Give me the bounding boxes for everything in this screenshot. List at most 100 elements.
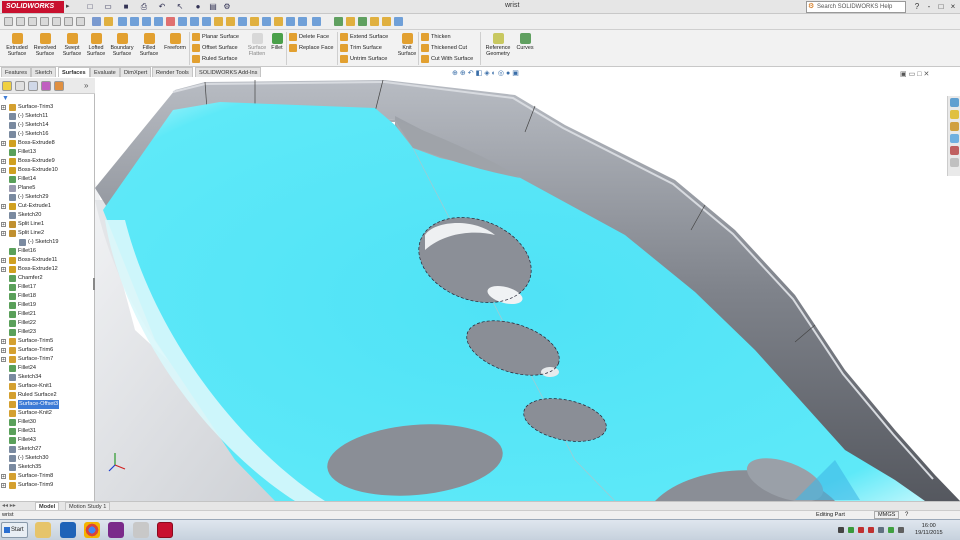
toolbar-repair-icon[interactable] (226, 17, 235, 26)
toolbar-new-icon[interactable] (4, 17, 13, 26)
dimxpert-manager-tab-icon[interactable] (41, 81, 51, 91)
toolbar-view-icon[interactable] (16, 17, 25, 26)
tree-item[interactable]: Fillet17 (0, 283, 95, 292)
planar-surface-button[interactable]: Planar Surface (192, 32, 239, 42)
tab-evaluate[interactable]: Evaluate (90, 67, 120, 77)
view-orientation-icon[interactable]: ◈ (484, 70, 491, 77)
toolbar-hide-icon[interactable] (52, 17, 61, 26)
thicken-button[interactable]: Thicken (421, 32, 451, 42)
tray-sync-icon[interactable] (888, 527, 894, 533)
tree-item[interactable]: Surface-Offset3 (0, 400, 95, 409)
tree-item[interactable]: Fillet43 (0, 436, 95, 445)
outlook-taskbar-icon[interactable] (60, 522, 76, 538)
tree-item[interactable]: (-) Sketch14 (0, 121, 95, 130)
tree-item[interactable]: + Surface-Trim9 (0, 481, 95, 490)
tree-item[interactable]: Sketch35 (0, 463, 95, 472)
undo-icon[interactable]: ↶ (157, 2, 167, 12)
revolved-surface-button[interactable]: Revolved Surface (31, 33, 59, 57)
file-explorer-taskbar-icon[interactable] (35, 522, 51, 538)
reference-geometry-button[interactable]: Reference Geometry (483, 33, 513, 57)
tree-item[interactable]: + Boss-Extrude11 (0, 256, 95, 265)
help-button[interactable]: ? (912, 1, 922, 13)
tree-item[interactable]: Fillet30 (0, 418, 95, 427)
tree-item[interactable]: Surface-Knit1 (0, 382, 95, 391)
expand-toggle-icon[interactable]: + (1, 348, 6, 354)
tray-flag-icon[interactable] (868, 527, 874, 533)
toolbar-relations-icon[interactable] (214, 17, 223, 26)
toolbar-appearance-icon[interactable] (382, 17, 391, 26)
ruled-surface-button[interactable]: Ruled Surface (192, 54, 237, 64)
previous-view-icon[interactable]: ↶ (468, 70, 476, 77)
tree-item[interactable]: Fillet23 (0, 328, 95, 337)
toolbar-rectangle-icon[interactable] (130, 17, 139, 26)
solidworks-logo[interactable]: SOLIDWORKS (2, 1, 64, 13)
expand-toggle-icon[interactable]: + (1, 483, 6, 489)
app-taskbar-icon[interactable] (108, 522, 124, 538)
chrome-taskbar-icon[interactable] (84, 522, 100, 538)
tray-volume-icon[interactable] (898, 527, 904, 533)
tab-surfaces[interactable]: Surfaces (58, 67, 90, 77)
tree-item[interactable]: + Surface-Trim5 (0, 337, 95, 346)
restore-button[interactable]: □ (936, 1, 946, 13)
print-icon[interactable]: ⎙ (139, 2, 149, 12)
tree-item[interactable]: Fillet31 (0, 427, 95, 436)
zoom-area-icon[interactable]: ⊕ (460, 70, 468, 77)
offset-surface-button[interactable]: Offset Surface (192, 43, 238, 53)
tree-item[interactable]: + Surface-Trim8 (0, 472, 95, 481)
toolbar-sketch-icon[interactable] (92, 17, 101, 26)
toolbar-mass-icon[interactable] (312, 17, 321, 26)
tree-item[interactable]: Plane5 (0, 184, 95, 193)
toolbar-sum-icon[interactable] (262, 17, 271, 26)
tree-item[interactable]: + Split Line2 (0, 229, 95, 238)
units-selector[interactable]: MMGS (874, 511, 900, 519)
toolbar-quick-snaps-icon[interactable] (250, 17, 259, 26)
toolbar-measure-icon[interactable] (274, 17, 283, 26)
solidworks-resources-icon[interactable] (950, 98, 959, 107)
extend-surface-button[interactable]: Extend Surface (340, 32, 388, 42)
tree-item[interactable]: (-) Sketch16 (0, 130, 95, 139)
extruded-surface-button[interactable]: Extruded Surface (4, 33, 30, 57)
delete-face-button[interactable]: Delete Face (289, 32, 329, 42)
toolbar-trim-icon[interactable] (166, 17, 175, 26)
thickened-cut-button[interactable]: Thickened Cut (421, 43, 467, 53)
cut-with-surface-button[interactable]: Cut With Surface (421, 54, 473, 64)
freeform-button[interactable]: Freeform (162, 33, 188, 51)
expand-toggle-icon[interactable]: + (1, 204, 6, 210)
expand-toggle-icon[interactable]: + (1, 105, 6, 111)
graphics-area[interactable] (95, 80, 960, 501)
toolbar-mirror-icon[interactable] (190, 17, 199, 26)
tree-item[interactable]: Fillet18 (0, 292, 95, 301)
display-manager-tab-icon[interactable] (54, 81, 64, 91)
status-help-icon[interactable]: ? (905, 511, 908, 519)
tab-render-tools[interactable]: Render Tools (152, 67, 193, 77)
lofted-surface-button[interactable]: Lofted Surface (84, 33, 108, 57)
expand-toggle-icon[interactable]: + (1, 258, 6, 264)
tree-item[interactable]: + Boss-Extrude10 (0, 166, 95, 175)
tab-sketch[interactable]: Sketch (31, 67, 57, 77)
viewport-tile-icon[interactable]: ▣ (900, 71, 909, 78)
tray-network-icon[interactable] (878, 527, 884, 533)
tree-item[interactable]: Fillet14 (0, 175, 95, 184)
toolbar-render-icon[interactable] (394, 17, 403, 26)
tree-item[interactable]: Fillet16 (0, 247, 95, 256)
curves-button[interactable]: Curves (514, 33, 536, 51)
tree-item[interactable]: Fillet21 (0, 310, 95, 319)
tree-item[interactable]: + Surface-Trim6 (0, 346, 95, 355)
toolbar-circle-icon[interactable] (142, 17, 151, 26)
toolbar-check-icon[interactable] (358, 17, 367, 26)
panel-expand-arrow-icon[interactable]: » (84, 81, 88, 90)
tree-item[interactable]: + Surface-Trim3 (0, 103, 95, 112)
toolbar-instant3d-icon[interactable] (334, 17, 343, 26)
start-button[interactable]: Start (1, 522, 28, 538)
expand-toggle-icon[interactable]: + (1, 339, 6, 345)
toolbar-smart-dim-icon[interactable] (104, 17, 113, 26)
rebuild-icon[interactable]: ● (193, 2, 203, 12)
expand-toggle-icon[interactable]: + (1, 222, 6, 228)
app-menu-arrow-icon[interactable]: ▸ (66, 1, 76, 13)
tree-item[interactable]: (-) Sketch11 (0, 112, 95, 121)
surface-flatten-button[interactable]: Surface Flatten (244, 33, 270, 57)
tree-item[interactable]: + Boss-Extrude8 (0, 139, 95, 148)
fillet-button[interactable]: Fillet (270, 33, 284, 51)
custom-properties-icon[interactable] (950, 158, 959, 167)
tree-item[interactable]: + Split Line1 (0, 220, 95, 229)
